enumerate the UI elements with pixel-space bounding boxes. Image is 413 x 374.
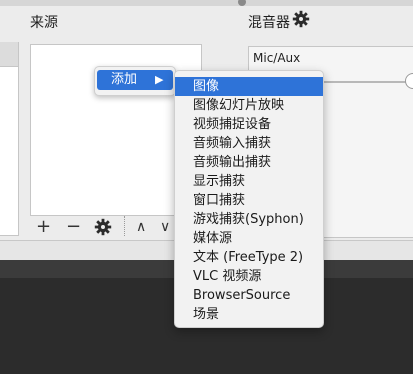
toolbar-divider	[124, 216, 126, 236]
submenu-item[interactable]: 音频输出捕获	[175, 153, 323, 172]
sources-title: 来源	[30, 15, 58, 31]
submenu-item[interactable]: 媒体源	[175, 229, 323, 248]
scenes-header-strip	[0, 42, 18, 67]
submenu-item[interactable]: 场景	[175, 305, 323, 324]
gear-icon[interactable]	[94, 218, 112, 242]
submenu-item-label: 窗口捕获	[193, 193, 246, 208]
submenu-item-label: 音频输入捕获	[193, 136, 272, 151]
resize-handle[interactable]	[238, 0, 246, 6]
submenu-item-label: BrowserSource	[193, 288, 291, 303]
submenu-item-label: 游戏捕获(Syphon)	[193, 212, 304, 227]
context-menu: 添加 ▶	[94, 66, 176, 96]
submenu-item-label: VLC 视频源	[193, 269, 262, 284]
submenu-item-label: 文本 (FreeType 2)	[193, 250, 304, 265]
submenu-item-label: 图像幻灯片放映	[193, 98, 285, 113]
submenu-item-label: 图像	[193, 79, 220, 94]
gear-icon	[292, 10, 310, 28]
submenu-arrow-icon: ▶	[155, 73, 164, 86]
context-menu-add[interactable]: 添加 ▶	[97, 70, 173, 90]
top-divider	[0, 0, 413, 6]
submenu-item[interactable]: VLC 视频源	[175, 267, 323, 286]
add-source-submenu: 图像图像幻灯片放映 视频捕捉设备 音频输入捕获 音频输出捕获 显示捕获窗口捕获游戏捕获(…	[174, 70, 324, 328]
submenu-item-label: 音频输出捕获	[193, 155, 272, 170]
context-menu-add-label: 添加	[111, 72, 138, 87]
submenu-item-label: 显示捕获	[193, 174, 246, 189]
submenu-item-label: 视频捕捉设备	[193, 117, 272, 132]
submenu-item[interactable]: 图像幻灯片放映	[175, 96, 323, 115]
move-down-button[interactable]: ∨	[160, 216, 170, 238]
mixer-channel-label: Mic/Aux	[253, 51, 301, 65]
remove-source-button[interactable]: −	[66, 216, 81, 238]
submenu-item-label: 场景	[193, 307, 220, 322]
mixer-title: 混音器	[248, 15, 290, 31]
submenu-item[interactable]: 文本 (FreeType 2)	[175, 248, 323, 267]
submenu-item[interactable]: 游戏捕获(Syphon)	[175, 210, 323, 229]
submenu-item[interactable]: 音频输入捕获	[175, 134, 323, 153]
move-up-button[interactable]: ∧	[136, 216, 146, 238]
add-source-button[interactable]: +	[36, 216, 51, 238]
scenes-list[interactable]	[0, 42, 19, 236]
submenu-item-label: 媒体源	[193, 231, 233, 246]
gear-icon-svg	[94, 218, 112, 236]
submenu-item[interactable]: 视频捕捉设备	[175, 115, 323, 134]
submenu-item[interactable]: BrowserSource	[175, 286, 323, 305]
submenu-item[interactable]: 图像	[175, 77, 323, 96]
submenu-item[interactable]: 窗口捕获	[175, 191, 323, 210]
volume-slider-thumb[interactable]	[405, 73, 413, 89]
mixer-gear-icon[interactable]	[292, 10, 310, 32]
submenu-item[interactable]: 显示捕获	[175, 172, 323, 191]
